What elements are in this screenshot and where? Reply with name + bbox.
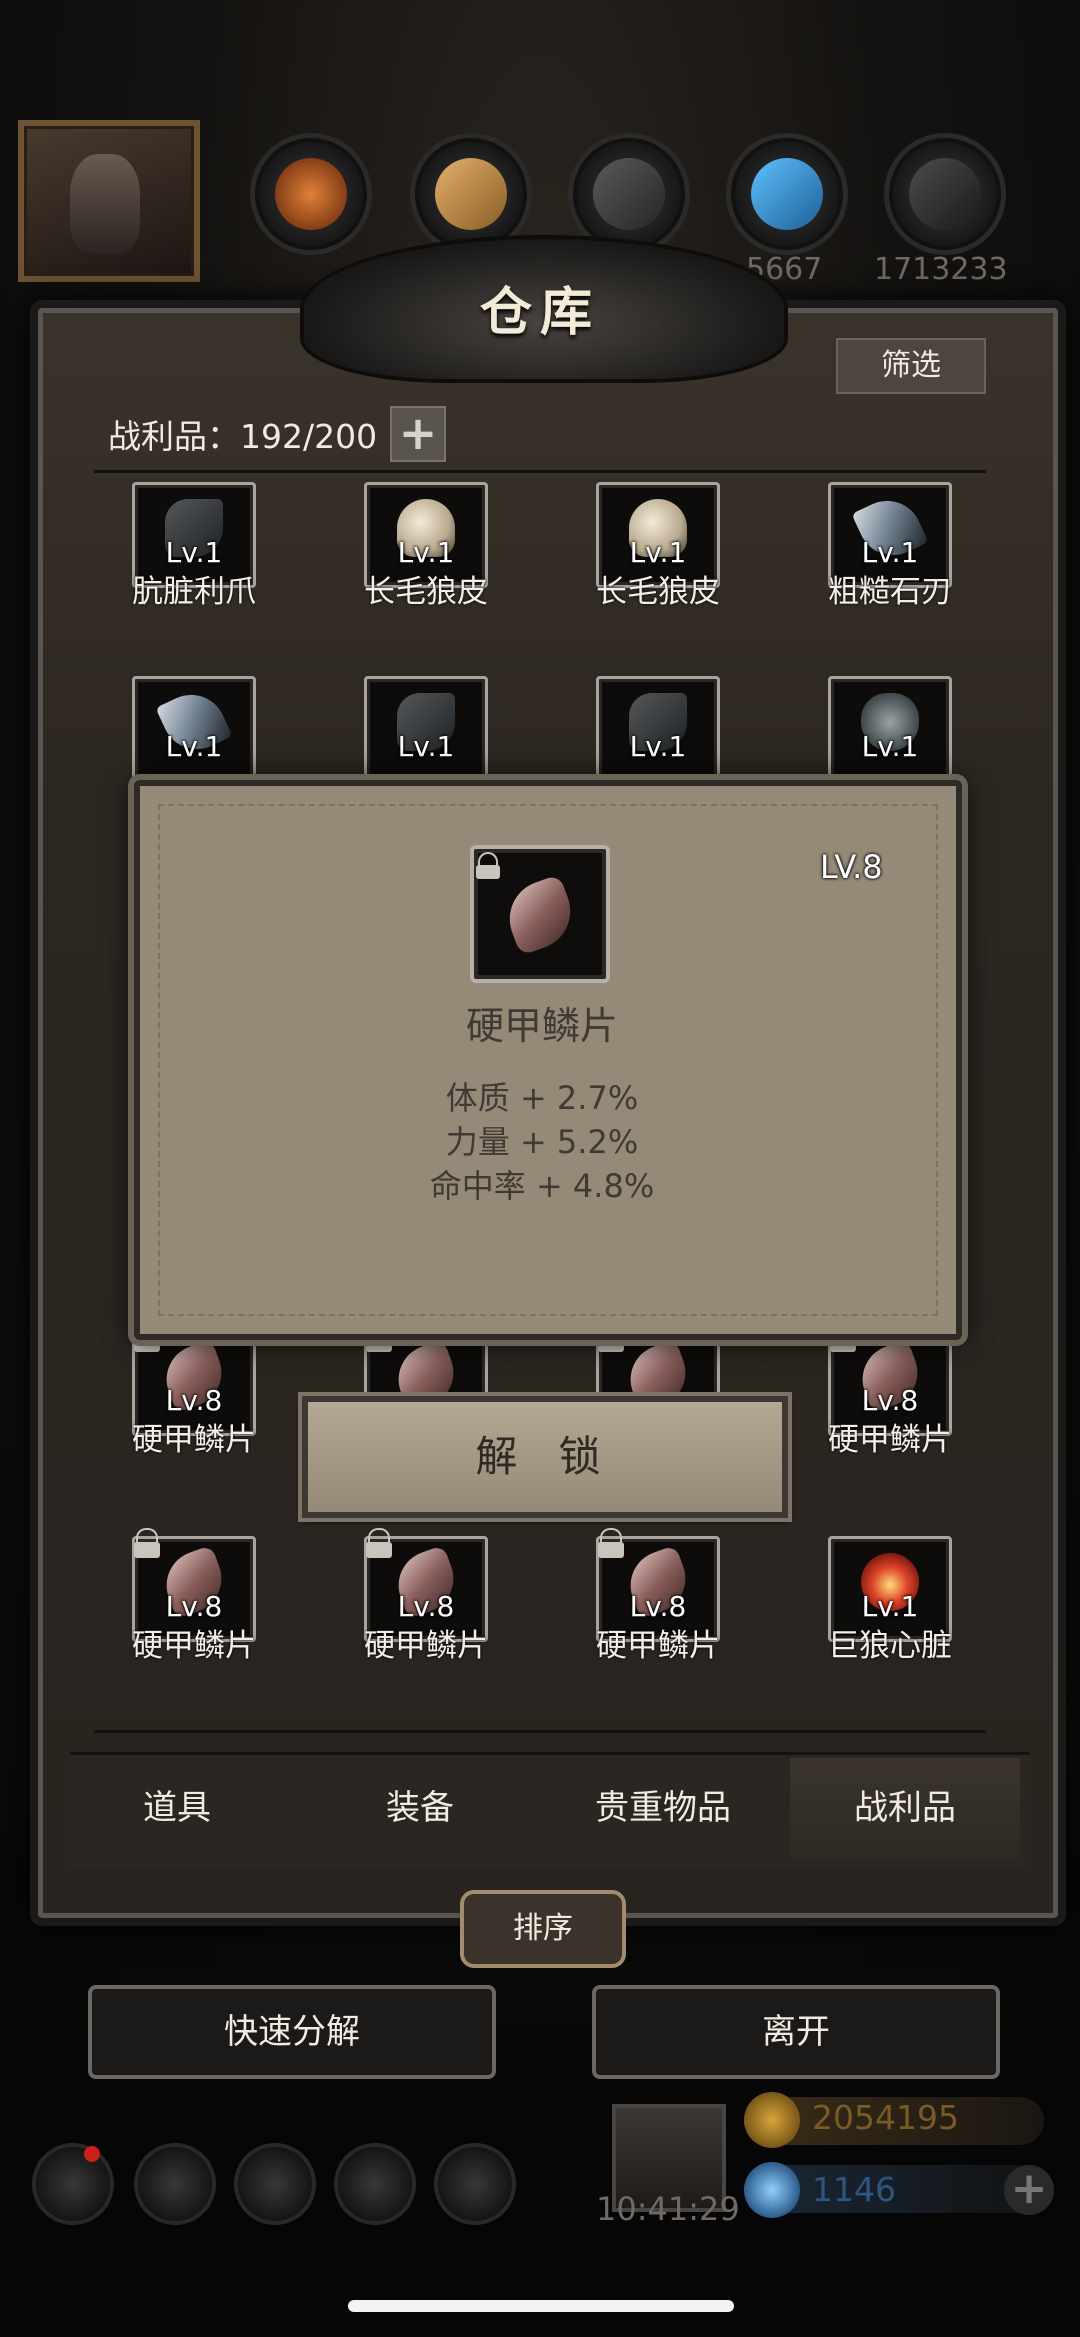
item-level: Lv.8 <box>165 1384 223 1417</box>
mail-icon[interactable] <box>334 2143 416 2225</box>
item-name: 硬甲鳞片 <box>132 1422 256 1458</box>
lock-icon <box>366 1528 392 1558</box>
item-level: Lv.1 <box>629 536 687 569</box>
gem-icon <box>744 2162 800 2218</box>
lock-icon <box>598 1528 624 1558</box>
popup-stat: 命中率 + 4.8% <box>429 1167 655 1205</box>
filter-button[interactable]: 筛选 <box>836 338 986 394</box>
gold-amount: 2054195 <box>812 2098 959 2137</box>
tab-valuables[interactable]: 贵重物品 <box>548 1758 778 1858</box>
item-level: Lv.1 <box>397 536 455 569</box>
divider-top <box>94 470 986 473</box>
item-level: Lv.8 <box>629 1590 687 1623</box>
inventory-item[interactable]: Lv.8 硬甲鳞片 <box>558 1528 758 1686</box>
notification-dot <box>84 2146 100 2162</box>
item-name: 肮脏利爪 <box>132 574 256 610</box>
rank-icon[interactable] <box>234 2143 316 2225</box>
home-indicator[interactable] <box>348 2300 734 2312</box>
scale-icon <box>498 873 582 957</box>
crystal-resource-icon[interactable] <box>726 133 848 255</box>
expand-capacity-button[interactable]: + <box>390 406 446 462</box>
tab-trophies[interactable]: 战利品 <box>790 1758 1020 1858</box>
add-gems-button[interactable]: + <box>1004 2165 1054 2215</box>
item-name: 粗糙石刃 <box>828 574 952 610</box>
inventory-item[interactable]: Lv.1 长毛狼皮 <box>326 482 526 632</box>
item-level: Lv.8 <box>397 1590 455 1623</box>
inventory-item[interactable]: Lv.8 硬甲鳞片 <box>790 1322 990 1480</box>
quick-decompose-button[interactable]: 快速分解 <box>88 1985 496 2079</box>
player-avatar[interactable] <box>18 120 200 282</box>
item-level: Lv.8 <box>165 1590 223 1623</box>
item-slot[interactable] <box>596 676 720 782</box>
gem-amount: 1146 <box>812 2170 896 2209</box>
panel-title: 仓库 <box>479 282 600 343</box>
item-slot[interactable] <box>132 676 256 782</box>
inventory-item[interactable]: Lv.1 粗糙石刃 <box>790 482 990 632</box>
unlock-button[interactable]: 解 锁 <box>302 1396 788 1518</box>
iron-resource-icon[interactable] <box>884 133 1006 255</box>
item-level: Lv.1 <box>165 730 223 763</box>
item-name: 硬甲鳞片 <box>364 1628 488 1664</box>
item-level: Lv.1 <box>861 730 919 763</box>
tab-equipment[interactable]: 装备 <box>305 1758 535 1858</box>
item-level: Lv.1 <box>861 536 919 569</box>
gold-coin-icon <box>744 2092 800 2148</box>
inventory-item[interactable]: Lv.8 硬甲鳞片 <box>94 1528 294 1686</box>
popup-stat: 力量 + 5.2% <box>445 1123 639 1161</box>
item-name: 巨狼心脏 <box>828 1628 952 1664</box>
item-slot[interactable] <box>364 676 488 782</box>
popup-level: LV.8 <box>820 848 883 886</box>
popup-item-name: 硬甲鳞片 <box>465 1004 618 1048</box>
item-name: 硬甲鳞片 <box>596 1628 720 1664</box>
lock-icon <box>476 852 500 879</box>
portrait-face <box>70 154 140 254</box>
inventory-item[interactable]: Lv.1 巨狼心脏 <box>790 1536 990 1686</box>
item-name: 长毛狼皮 <box>364 574 488 610</box>
settings-icon[interactable] <box>32 2143 114 2225</box>
item-slot[interactable] <box>828 676 952 782</box>
shop-icon[interactable] <box>434 2143 516 2225</box>
inventory-item[interactable]: Lv.1 长毛狼皮 <box>558 482 758 632</box>
inventory-item[interactable]: Lv.8 硬甲鳞片 <box>94 1322 294 1480</box>
item-name: 硬甲鳞片 <box>828 1422 952 1458</box>
tab-props[interactable]: 道具 <box>62 1758 292 1858</box>
item-level: Lv.1 <box>397 730 455 763</box>
iron-value: 1713233 <box>874 252 1008 287</box>
achievement-icon[interactable] <box>134 2143 216 2225</box>
divider-bottom <box>94 1730 986 1733</box>
popup-stat: 体质 + 2.7% <box>445 1079 639 1117</box>
item-level: Lv.8 <box>861 1384 919 1417</box>
trophy-capacity: 战利品：192/200 <box>108 417 378 456</box>
leave-button[interactable]: 离开 <box>592 1985 1000 2079</box>
sort-button[interactable]: 排序 <box>460 1890 626 1968</box>
item-level: Lv.1 <box>165 536 223 569</box>
item-level: Lv.1 <box>861 1590 919 1623</box>
item-level: Lv.1 <box>629 730 687 763</box>
item-name: 硬甲鳞片 <box>132 1628 256 1664</box>
meat-resource-icon[interactable] <box>250 133 372 255</box>
item-name: 长毛狼皮 <box>596 574 720 610</box>
inventory-item[interactable]: Lv.8 硬甲鳞片 <box>326 1528 526 1686</box>
inventory-item[interactable]: Lv.1 肮脏利爪 <box>94 482 294 632</box>
lock-icon <box>134 1528 160 1558</box>
countdown-clock: 10:41:29 <box>596 2190 740 2228</box>
